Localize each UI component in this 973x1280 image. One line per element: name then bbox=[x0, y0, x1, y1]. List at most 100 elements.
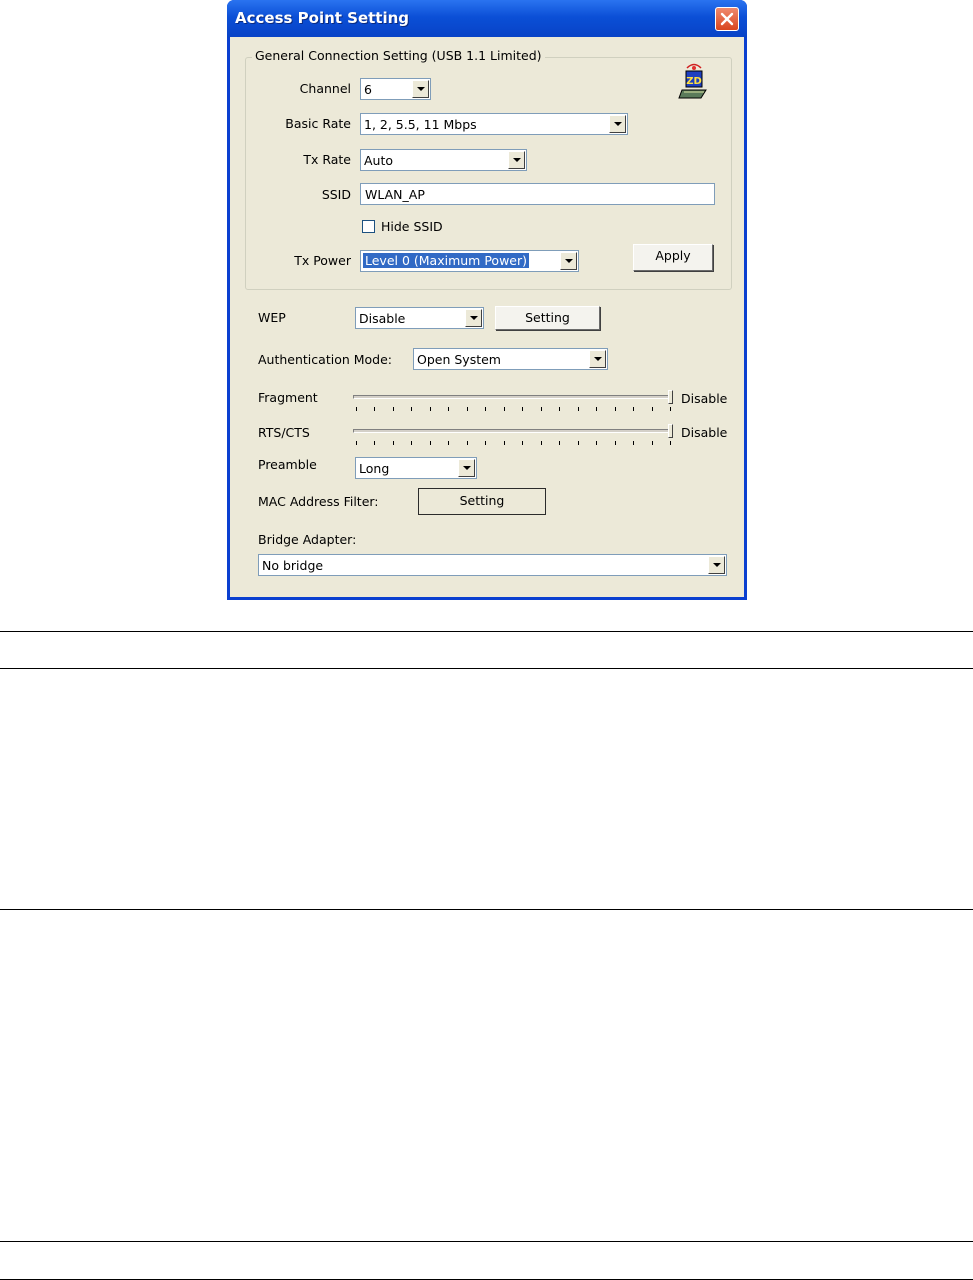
basic-rate-label: Basic Rate bbox=[285, 116, 351, 131]
chevron-down-icon bbox=[470, 316, 478, 320]
fragment-slider-thumb[interactable] bbox=[668, 390, 673, 404]
slider-tick bbox=[466, 407, 468, 411]
authentication-mode-dropdown-button[interactable] bbox=[589, 350, 606, 368]
chevron-down-icon bbox=[713, 563, 721, 567]
tx-power-dropdown-button[interactable] bbox=[560, 252, 577, 270]
chevron-down-icon bbox=[513, 158, 521, 162]
chevron-down-icon bbox=[417, 87, 425, 91]
fragment-value: Disable bbox=[681, 391, 728, 406]
slider-tick bbox=[633, 441, 635, 445]
rts-cts-slider-thumb[interactable] bbox=[668, 424, 673, 438]
wep-setting-button-label: Setting bbox=[525, 310, 570, 325]
divider-line bbox=[0, 668, 973, 669]
chevron-down-icon bbox=[463, 466, 471, 470]
slider-tick bbox=[670, 407, 671, 411]
slider-tick bbox=[411, 407, 413, 411]
bridge-adapter-label: Bridge Adapter: bbox=[258, 532, 357, 547]
rts-cts-slider[interactable] bbox=[353, 423, 675, 447]
fragment-label: Fragment bbox=[258, 390, 318, 405]
slider-tick bbox=[633, 407, 635, 411]
fragment-slider[interactable] bbox=[353, 389, 675, 413]
bridge-adapter-value: No bridge bbox=[262, 558, 324, 573]
chevron-down-icon bbox=[594, 357, 602, 361]
close-icon bbox=[720, 12, 734, 26]
ssid-label: SSID bbox=[321, 187, 351, 202]
slider-tick bbox=[374, 441, 376, 445]
slider-tick bbox=[429, 441, 431, 445]
slider-tick bbox=[559, 407, 561, 411]
slider-tick bbox=[577, 407, 579, 411]
close-button[interactable] bbox=[715, 7, 739, 31]
title-bar[interactable]: Access Point Setting bbox=[227, 0, 747, 38]
mac-filter-setting-button-label: Setting bbox=[459, 493, 505, 508]
slider-tick bbox=[503, 441, 505, 445]
channel-select[interactable]: 6 bbox=[360, 78, 431, 100]
slider-tick bbox=[651, 441, 653, 445]
bridge-adapter-select[interactable]: No bridge bbox=[258, 554, 727, 576]
svg-text:ZD: ZD bbox=[686, 76, 702, 87]
apply-button-label: Apply bbox=[655, 248, 691, 263]
basic-rate-select[interactable]: 1, 2, 5.5, 11 Mbps bbox=[360, 113, 628, 135]
hide-ssid-label[interactable]: Hide SSID bbox=[381, 219, 443, 234]
zd-wireless-device-icon: ZD bbox=[678, 63, 707, 99]
slider-tick bbox=[392, 407, 394, 411]
divider-line bbox=[0, 909, 973, 910]
slider-tick bbox=[503, 407, 505, 411]
preamble-value: Long bbox=[359, 461, 390, 476]
authentication-mode-label: Authentication Mode: bbox=[258, 352, 393, 367]
basic-rate-value: 1, 2, 5.5, 11 Mbps bbox=[364, 117, 477, 132]
slider-tick bbox=[466, 441, 468, 445]
wep-select[interactable]: Disable bbox=[355, 307, 484, 329]
bridge-adapter-dropdown-button[interactable] bbox=[708, 556, 725, 574]
access-point-setting-dialog: Access Point Setting General Connection … bbox=[227, 0, 747, 600]
slider-tick bbox=[356, 441, 357, 445]
fragment-slider-track[interactable] bbox=[353, 395, 673, 399]
slider-tick bbox=[540, 441, 542, 445]
tx-rate-value: Auto bbox=[364, 153, 394, 168]
channel-label: Channel bbox=[299, 81, 351, 96]
slider-tick bbox=[522, 441, 524, 445]
wep-dropdown-button[interactable] bbox=[465, 309, 482, 327]
slider-tick bbox=[485, 441, 487, 445]
slider-tick bbox=[522, 407, 524, 411]
tx-power-value: Level 0 (Maximum Power) bbox=[363, 253, 530, 268]
slider-tick bbox=[392, 441, 394, 445]
window-title: Access Point Setting bbox=[235, 9, 410, 27]
slider-tick bbox=[559, 441, 561, 445]
dialog-body: General Connection Setting (USB 1.1 Limi… bbox=[230, 37, 744, 597]
rts-cts-value: Disable bbox=[681, 425, 728, 440]
slider-tick bbox=[596, 407, 598, 411]
chevron-down-icon bbox=[565, 259, 573, 263]
preamble-select[interactable]: Long bbox=[355, 457, 477, 479]
wep-setting-button[interactable]: Setting bbox=[495, 306, 600, 330]
slider-tick bbox=[374, 407, 376, 411]
channel-dropdown-button[interactable] bbox=[412, 80, 429, 98]
slider-tick bbox=[614, 441, 616, 445]
rts-cts-label: RTS/CTS bbox=[258, 425, 310, 440]
tx-power-select[interactable]: Level 0 (Maximum Power) bbox=[360, 250, 579, 272]
general-connection-group-title: General Connection Setting (USB 1.1 Limi… bbox=[252, 48, 545, 63]
slider-tick bbox=[577, 441, 579, 445]
rts-cts-slider-track[interactable] bbox=[353, 429, 673, 433]
slider-tick bbox=[670, 441, 671, 445]
wep-label: WEP bbox=[258, 310, 286, 325]
divider-line bbox=[0, 1241, 973, 1242]
tx-rate-dropdown-button[interactable] bbox=[508, 151, 525, 169]
slider-tick bbox=[651, 407, 653, 411]
ssid-input[interactable]: WLAN_AP bbox=[360, 183, 715, 205]
slider-tick bbox=[614, 407, 616, 411]
tx-rate-select[interactable]: Auto bbox=[360, 149, 527, 171]
slider-tick bbox=[448, 441, 450, 445]
basic-rate-dropdown-button[interactable] bbox=[609, 115, 626, 133]
apply-button[interactable]: Apply bbox=[633, 244, 713, 271]
authentication-mode-select[interactable]: Open System bbox=[413, 348, 608, 370]
slider-tick bbox=[429, 407, 431, 411]
mac-filter-setting-button[interactable]: Setting bbox=[418, 488, 546, 515]
preamble-dropdown-button[interactable] bbox=[458, 459, 475, 477]
chevron-down-icon bbox=[614, 122, 622, 126]
hide-ssid-checkbox[interactable] bbox=[362, 220, 375, 233]
slider-tick bbox=[411, 441, 413, 445]
channel-value: 6 bbox=[364, 82, 372, 97]
slider-tick bbox=[596, 441, 598, 445]
slider-tick bbox=[448, 407, 450, 411]
